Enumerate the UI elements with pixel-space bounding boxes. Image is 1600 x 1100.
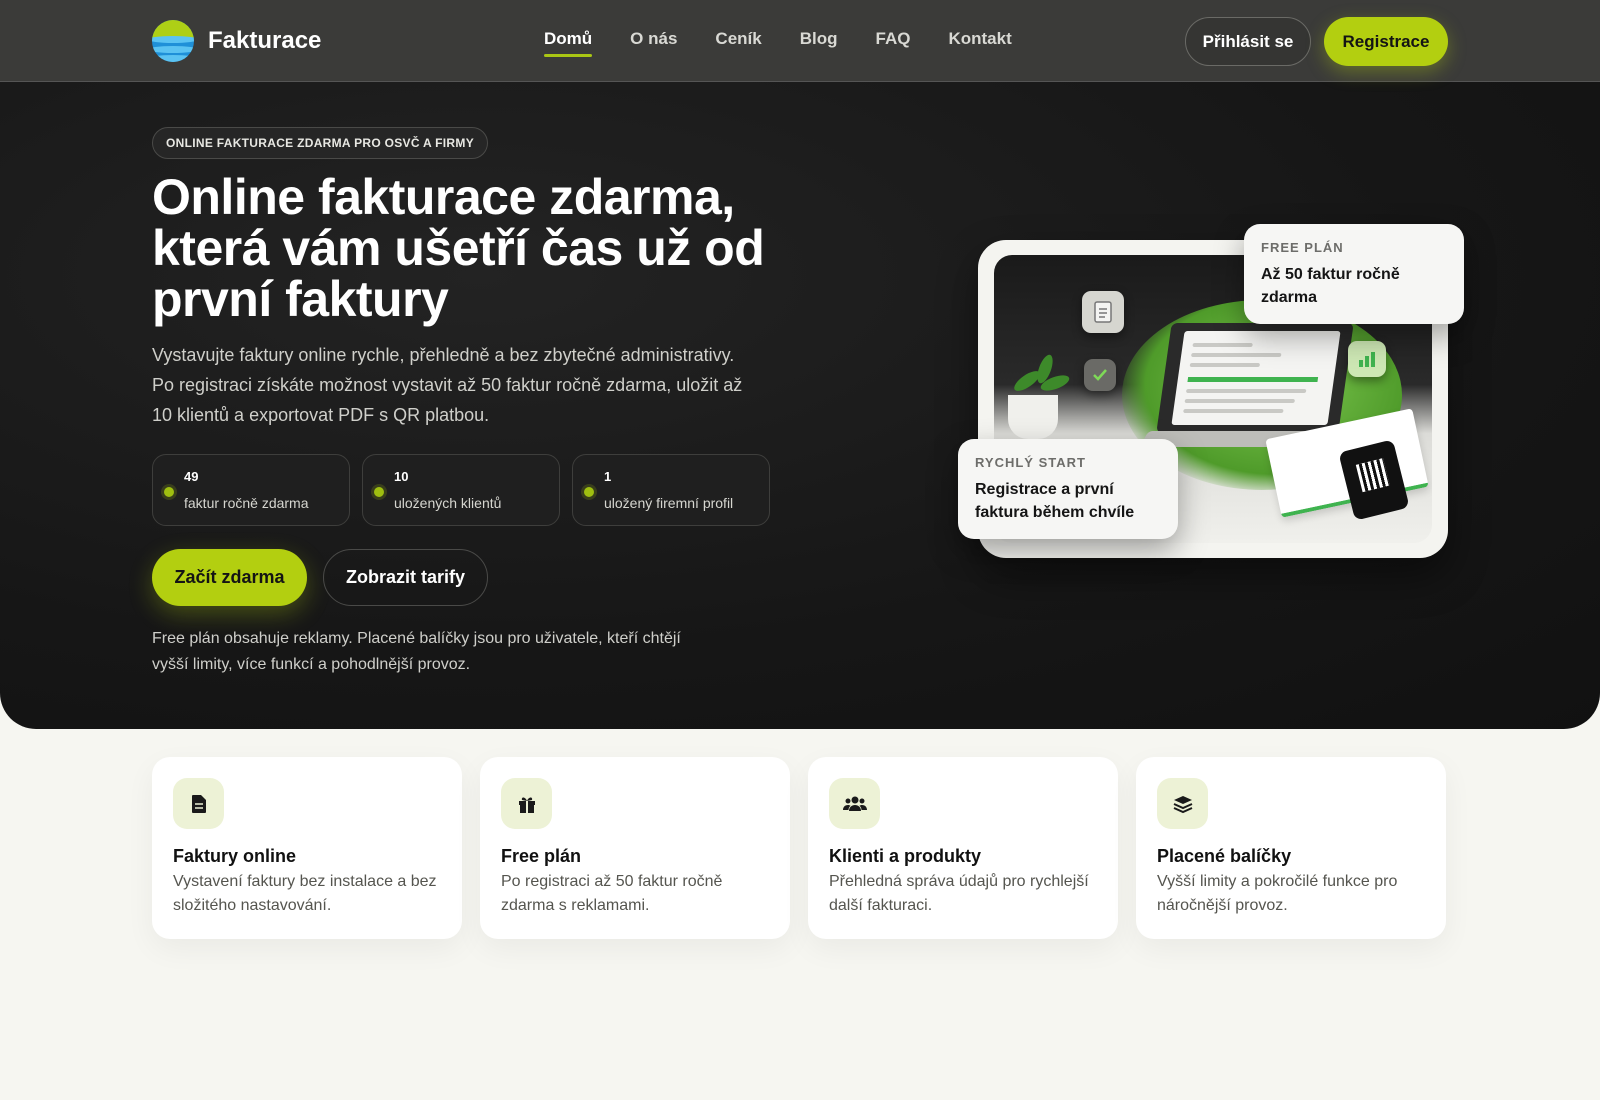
- brand-logo-icon: [152, 20, 194, 62]
- plant-pot: [1008, 395, 1058, 439]
- stat-value: 1: [604, 469, 612, 484]
- feature-title: Free plán: [501, 846, 582, 866]
- document-icon: [173, 778, 224, 829]
- nav-item-home[interactable]: Domů: [544, 29, 593, 57]
- login-button[interactable]: Přihlásit se: [1185, 17, 1311, 66]
- free-plan-text: Až 50 faktur ročně zdarma: [1261, 266, 1400, 306]
- feature-description: Přehledná správa údajů pro rychlejší dal…: [829, 873, 1089, 914]
- stat-dot-icon: [584, 487, 594, 497]
- hero-kicker-badge: ONLINE FAKTURACE ZDARMA PRO OSVČ A FIRMY: [152, 127, 488, 159]
- start-free-button[interactable]: Začít zdarma: [152, 549, 307, 606]
- hero-section: ONLINE FAKTURACE ZDARMA PRO OSVČ A FIRMY…: [0, 82, 1600, 729]
- feature-title: Placené balíčky: [1157, 846, 1292, 866]
- quick-start-text: Registrace a první faktura během chvíle: [975, 481, 1135, 521]
- stat-label: faktur ročně zdarma: [184, 495, 309, 511]
- free-plan-badge: FREE PLÁN Až 50 faktur ročně zdarma: [1244, 224, 1464, 324]
- stat-dot-icon: [374, 487, 384, 497]
- nav-item-contact[interactable]: Kontakt: [948, 29, 1011, 55]
- chart-float-icon: [1348, 341, 1386, 377]
- feature-description: Vyšší limity a pokročilé funkce pro náro…: [1157, 873, 1398, 914]
- nav-item-about[interactable]: O nás: [630, 29, 677, 55]
- register-button[interactable]: Registrace: [1324, 17, 1448, 66]
- stat-label: uložený firemní profil: [604, 495, 734, 511]
- hero-note: Free plán obsahuje reklamy. Placené balí…: [152, 630, 681, 673]
- feature-card: Placené balíčky Vyšší limity a pokročilé…: [1136, 757, 1446, 939]
- feature-card: Klienti a produkty Přehledná správa údaj…: [808, 757, 1118, 939]
- hero-title: Online fakturace zdarma, která vám ušetř…: [152, 169, 765, 327]
- stat-card: 1 uložený firemní profil: [572, 454, 770, 526]
- top-navbar: Fakturace Domů O nás Ceník Blog FAQ Kont…: [0, 0, 1600, 82]
- feature-title: Klienti a produkty: [829, 846, 982, 866]
- nav-item-blog[interactable]: Blog: [800, 29, 838, 55]
- nav-item-pricing[interactable]: Ceník: [715, 29, 761, 55]
- stat-value: 49: [184, 469, 199, 484]
- stat-card: 49 faktur ročně zdarma: [152, 454, 350, 526]
- brand-link[interactable]: Fakturace: [152, 20, 321, 62]
- feature-card: Faktury online Vystavení faktury bez ins…: [152, 757, 462, 939]
- stat-label: uložených klientů: [394, 495, 502, 511]
- features-row: Faktury online Vystavení faktury bez ins…: [152, 757, 1446, 939]
- feature-description: Vystavení faktury bez instalace a bez sl…: [173, 873, 437, 914]
- feature-title: Faktury online: [173, 846, 297, 866]
- nav-item-faq[interactable]: FAQ: [876, 29, 911, 55]
- brand-name: Fakturace: [208, 27, 322, 54]
- hero-stats: 49 faktur ročně zdarma 10 uložených klie…: [152, 454, 770, 526]
- gift-icon: [501, 778, 552, 829]
- main-nav: Domů O nás Ceník Blog FAQ Kontakt: [544, 29, 1012, 57]
- stat-card: 10 uložených klientů: [362, 454, 560, 526]
- feature-card: Free plán Po registraci až 50 faktur roč…: [480, 757, 790, 939]
- stat-dot-icon: [164, 487, 174, 497]
- hero-description: Vystavujte faktury online rychle, přehle…: [152, 345, 743, 425]
- free-plan-kicker: FREE PLÁN: [1261, 240, 1344, 255]
- users-icon: [829, 778, 880, 829]
- quick-start-badge: RYCHLÝ START Registrace a první faktura …: [958, 439, 1178, 539]
- stat-value: 10: [394, 469, 409, 484]
- feature-description: Po registraci až 50 faktur ročně zdarma …: [501, 873, 723, 914]
- document-float-icon: [1082, 291, 1124, 333]
- laptop-screen: [1156, 323, 1354, 433]
- check-float-icon: [1084, 359, 1116, 391]
- show-tariffs-button[interactable]: Zobrazit tarify: [323, 549, 488, 606]
- quick-start-kicker: RYCHLÝ START: [975, 455, 1086, 470]
- layers-icon: [1157, 778, 1208, 829]
